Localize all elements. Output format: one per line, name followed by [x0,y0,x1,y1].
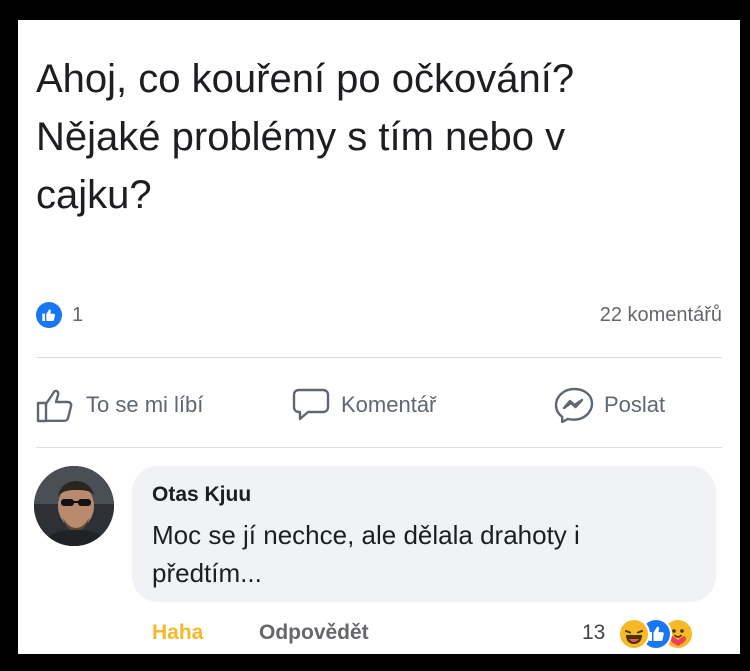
reply-link[interactable]: Odpovědět [259,621,369,645]
like-button-label: To se mi líbí [86,392,204,417]
messenger-icon [554,387,594,423]
comment-text-line: Moc se jí nechce, ale dělala drahoty i [152,520,580,550]
comment-actions: Haha Odpovědět 13 [152,618,722,652]
thumbs-up-outline-icon [36,387,76,423]
comment-author[interactable]: Otas Kjuu [152,483,251,507]
divider [36,447,722,448]
share-button-label: Poslat [604,392,666,417]
comment-bubble: Otas Kjuu Moc se jí nechce, ale dělala d… [132,466,716,602]
divider [36,357,722,358]
comment-text: Moc se jí nechce, ale dělala drahoty i p… [152,516,702,592]
comment-text-line: předtím... [152,558,262,588]
comment-button[interactable]: Komentář [291,385,436,425]
comment-count[interactable]: 22 komentářů [600,304,722,327]
post-text-line: Ahoj, co kouření po očkování? [36,57,575,101]
like-button[interactable]: To se mi líbí [36,385,203,425]
comment-button-label: Komentář [341,392,437,417]
reaction-count[interactable]: 13 [582,621,605,645]
post-stats: 1 22 komentářů [36,300,722,330]
post-text-line: cajku? [36,173,152,217]
avatar[interactable] [34,466,114,546]
facebook-post-card: Ahoj, co kouření po očkování? Nějaké pro… [18,20,740,654]
reaction-haha-link[interactable]: Haha [152,621,203,645]
speech-bubble-icon [291,387,331,423]
share-button[interactable]: Poslat [554,385,665,425]
like-count[interactable]: 1 [72,304,83,327]
post-actions: To se mi líbí Komentář Poslat [36,385,722,425]
like-badge-icon[interactable] [36,302,62,328]
haha-icon [618,618,650,650]
post-text-line: Nějaké problémy s tím nebo v [36,115,566,159]
post-text: Ahoj, co kouření po očkování? Nějaké pro… [36,50,716,224]
